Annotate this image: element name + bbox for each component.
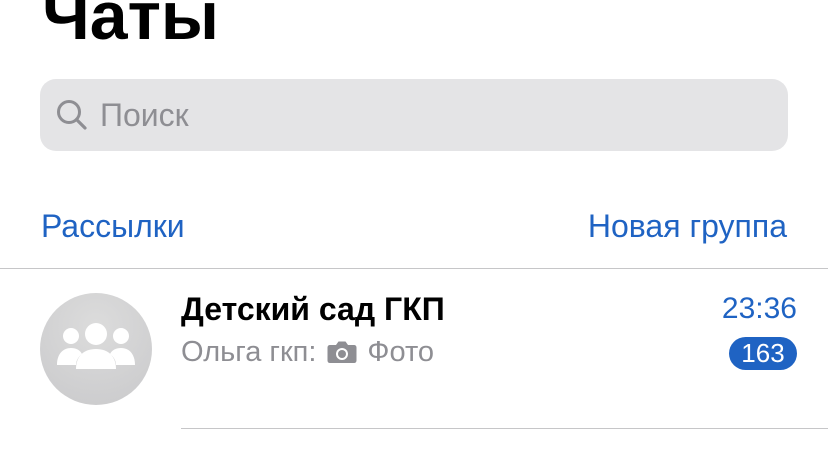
search-icon [57,100,87,130]
avatar [40,293,152,405]
new-group-link[interactable]: Новая группа [588,206,787,246]
unread-count-badge: 163 [729,337,797,370]
message-preview-text: Фото [367,336,435,368]
search-bar[interactable]: Поиск [40,79,788,151]
chat-name: Детский сад ГКП [181,291,445,327]
divider [181,428,828,429]
chat-list-item[interactable]: Детский сад ГКП 23:36 Ольга гкп: Фото 16… [0,269,828,428]
chats-screen: Чаты Поиск Рассылки Новая группа Детский… [0,0,828,449]
broadcast-lists-link[interactable]: Рассылки [41,206,185,246]
chat-time: 23:36 [721,292,797,325]
camera-icon [327,341,357,363]
chat-preview: Ольга гкп: Фото [181,332,434,372]
message-sender: Ольга гкп: [181,336,317,368]
search-input[interactable]: Поиск [100,95,189,135]
group-icon [57,323,135,369]
page-title: Чаты [42,0,219,54]
